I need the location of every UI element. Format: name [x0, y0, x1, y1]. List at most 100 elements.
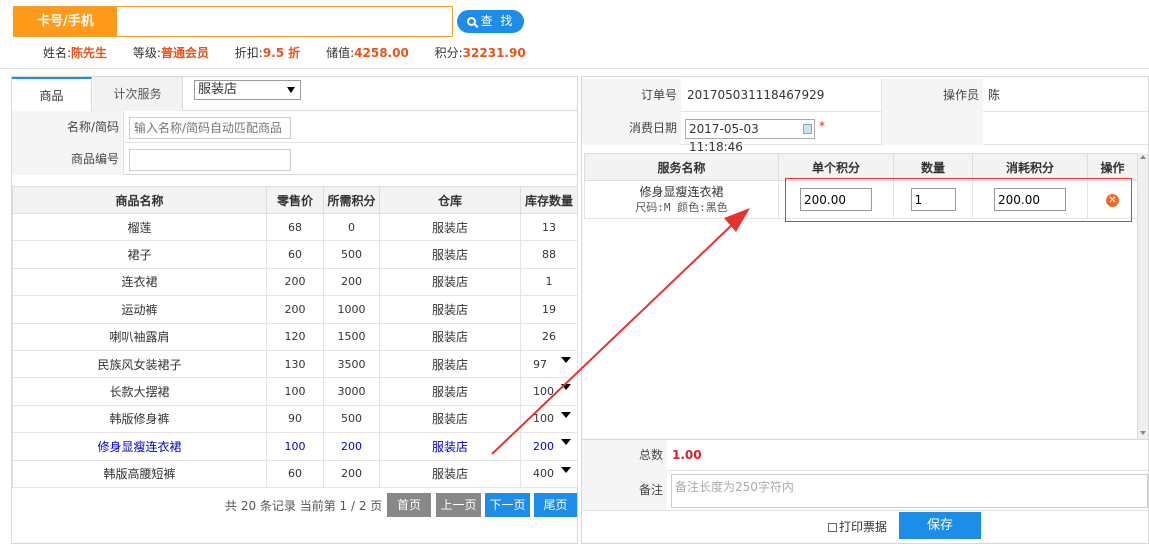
required-points: 200 — [323, 459, 380, 488]
retail-price: 60 — [266, 240, 324, 269]
col-total-points: 消耗积分 — [972, 153, 1088, 181]
product-name: 连衣裙 — [12, 267, 267, 297]
member-name: 陈先生 — [71, 46, 108, 60]
first-page-button[interactable]: 首页 — [387, 493, 431, 517]
member-discount-label: 折扣: — [234, 46, 263, 60]
scroll-down-icon[interactable] — [1140, 431, 1146, 435]
operator-label: 操作员 — [882, 79, 983, 112]
chevron-down-icon — [561, 411, 571, 418]
product-name: 裙子 — [12, 240, 267, 269]
last-page-button[interactable]: 尾页 — [534, 493, 577, 517]
card-phone-label: 卡号/手机 — [14, 7, 117, 36]
stock-select[interactable]: 97 — [520, 349, 578, 379]
stock: 13 — [520, 212, 578, 242]
print-receipt-checkbox[interactable]: 打印票据 — [828, 518, 887, 535]
tab-count-service[interactable]: 计次服务 — [93, 77, 183, 111]
table-row[interactable]: 运动裤 200 1000 服装店 19 — [12, 295, 578, 324]
stock-select[interactable]: 400 — [520, 459, 578, 488]
table-row[interactable]: 民族风女装裙子 130 3500 服装店 97 — [12, 349, 578, 379]
required-points: 500 — [323, 240, 380, 269]
product-name: 运动裤 — [12, 295, 267, 324]
member-points: 32231.90 — [462, 46, 526, 60]
store-select[interactable]: 服装店 — [194, 80, 301, 100]
warehouse: 服装店 — [379, 295, 521, 324]
service-spec: 尺码:M 颜色:黑色 — [635, 200, 728, 214]
product-code-label: 商品编号 — [12, 143, 124, 175]
retail-price: 60 — [266, 459, 324, 488]
product-name: 韩版高腰短裤 — [12, 459, 267, 488]
stock: 100 — [533, 412, 554, 426]
chevron-down-icon — [287, 87, 295, 93]
product-panel: 商品 计次服务 服装店 名称/简码 商品编号 商品名称 零售价 所需积分 仓库 … — [11, 76, 578, 544]
product-name: 榴莲 — [12, 212, 267, 242]
table-row[interactable]: 连衣裙 200 200 服装店 1 — [12, 267, 578, 297]
service-name-cell: 修身显瘦连衣裙 尺码:M 颜色:黑色 — [584, 180, 779, 219]
date-value: 2017-05-03 11:18:46 — [689, 122, 759, 154]
remark-row: 备注 备注长度为250字符内 — [582, 471, 1148, 511]
product-name: 长款大摆裙 — [12, 377, 267, 406]
member-balance-label: 储值: — [326, 46, 355, 60]
search-button[interactable]: 查 找 — [457, 10, 524, 33]
table-row[interactable]: 韩版修身裤 90 500 服装店 100 — [12, 404, 578, 434]
table-row[interactable]: 韩版高腰短裤 60 200 服装店 400 — [12, 459, 578, 488]
stock: 19 — [520, 295, 578, 324]
checkbox-icon[interactable] — [828, 523, 837, 532]
required-points: 1500 — [323, 322, 380, 351]
retail-price: 120 — [266, 322, 324, 351]
total-row: 总数 1.00 — [582, 439, 1148, 471]
product-name: 民族风女装裙子 — [12, 349, 267, 379]
date-label: 消费日期 — [582, 112, 681, 145]
product-name: 喇叭袖露肩 — [12, 322, 267, 351]
scroll-up-icon[interactable] — [1140, 155, 1146, 159]
remark-textarea[interactable]: 备注长度为250字符内 — [671, 474, 1148, 508]
next-page-button[interactable]: 下一页 — [485, 493, 530, 517]
table-row[interactable]: 裙子 60 500 服装店 88 — [12, 240, 578, 269]
col-retail-price: 零售价 — [266, 186, 324, 214]
table-row[interactable]: 榴莲 68 0 服装店 13 — [12, 212, 578, 242]
col-action: 操作 — [1087, 153, 1138, 181]
required-points: 3500 — [323, 349, 380, 379]
name-code-input[interactable] — [129, 117, 291, 139]
chevron-down-icon — [561, 384, 571, 391]
warehouse: 服装店 — [379, 349, 521, 379]
service-name: 修身显瘦连衣裙 — [639, 184, 724, 199]
retail-price: 200 — [266, 267, 324, 297]
stock: 26 — [520, 322, 578, 351]
table-row[interactable]: 长款大摆裙 100 3000 服装店 100 — [12, 377, 578, 406]
stock-select[interactable]: 100 — [520, 404, 578, 434]
calendar-icon[interactable] — [803, 124, 812, 134]
table-row-selected[interactable]: 修身显瘦连衣裙 100 200 服装店 200 — [12, 432, 578, 461]
chevron-down-icon — [561, 439, 571, 446]
highlight-box — [785, 178, 1132, 222]
stock-select[interactable]: 200 — [520, 432, 578, 461]
required-mark: * — [819, 119, 825, 133]
product-code-input[interactable] — [129, 149, 291, 171]
prev-page-button[interactable]: 上一页 — [436, 493, 481, 517]
stock: 88 — [520, 240, 578, 269]
table-row[interactable]: 喇叭袖露肩 120 1500 服装店 26 — [12, 322, 578, 351]
member-discount: 9.5 折 — [262, 46, 301, 60]
total-value: 1.00 — [672, 448, 702, 462]
tab-bar: 商品 计次服务 服装店 — [12, 77, 577, 112]
retail-price: 100 — [266, 377, 324, 406]
required-points: 1000 — [323, 295, 380, 324]
required-points: 200 — [323, 267, 380, 297]
required-points: 200 — [323, 432, 380, 461]
pagination-info: 共 20 条记录 当前第 1 / 2 页 — [225, 499, 383, 513]
scrollbar[interactable] — [1137, 153, 1148, 439]
store-select-value: 服装店 — [198, 82, 238, 97]
card-phone-input[interactable] — [117, 7, 452, 36]
warehouse: 服装店 — [379, 240, 521, 269]
chevron-down-icon — [561, 356, 571, 363]
search-icon — [466, 17, 476, 26]
product-filter: 名称/简码 商品编号 — [12, 111, 577, 175]
print-receipt-label: 打印票据 — [839, 520, 888, 534]
stock: 1 — [520, 267, 578, 297]
warehouse: 服装店 — [379, 404, 521, 434]
date-input[interactable]: 2017-05-03 11:18:46 — [685, 119, 815, 154]
tab-products[interactable]: 商品 — [12, 77, 92, 112]
stock-select[interactable]: 100 — [520, 377, 578, 406]
member-info: 姓名:陈先生 等级:普通会员 折扣:9.5 折 储值:4258.00 积分:32… — [43, 44, 548, 61]
save-button[interactable]: 保存 — [899, 512, 981, 539]
col-unit-points: 单个积分 — [778, 153, 894, 181]
